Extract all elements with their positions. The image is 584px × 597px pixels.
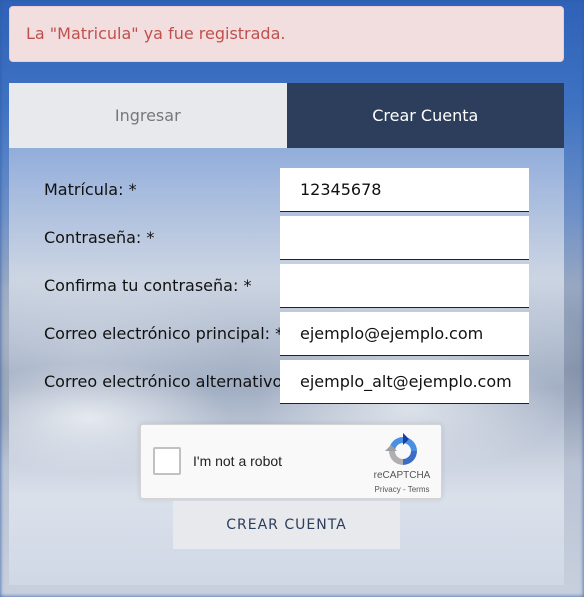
form-row-contrasena: Contraseña: * <box>9 216 564 260</box>
recaptcha-logo-icon <box>385 433 417 465</box>
matricula-label: Matrícula: * <box>44 180 137 199</box>
recaptcha-checkbox[interactable] <box>153 447 181 475</box>
tab-bar: Ingresar Crear Cuenta <box>9 83 564 148</box>
crear-cuenta-button[interactable]: CREAR CUENTA <box>173 501 400 549</box>
correo-principal-label: Correo electrónico principal: * <box>44 324 284 343</box>
correo-alternativo-label: Correo electrónico alternativo: <box>44 372 288 391</box>
recaptcha-privacy-terms[interactable]: Privacy - Terms <box>361 485 443 494</box>
contrasena-input[interactable] <box>280 216 529 260</box>
account-card: Ingresar Crear Cuenta Matrícula: * Contr… <box>9 83 564 585</box>
form-row-matricula: Matrícula: * <box>9 168 564 212</box>
form-row-correo-principal: Correo electrónico principal: * <box>9 312 564 356</box>
matricula-input[interactable] <box>280 168 529 212</box>
tab-ingresar[interactable]: Ingresar <box>9 83 287 148</box>
confirmar-contrasena-label: Confirma tu contraseña: * <box>44 276 252 295</box>
tab-crear-cuenta-label: Crear Cuenta <box>372 106 479 125</box>
form-row-correo-alternativo: Correo electrónico alternativo: <box>9 360 564 404</box>
form-row-confirmar-contrasena: Confirma tu contraseña: * <box>9 264 564 308</box>
recaptcha-widget: I'm not a robot reCAPTCHA Privacy - Term… <box>140 424 442 499</box>
confirmar-contrasena-input[interactable] <box>280 264 529 308</box>
error-alert-text: La "Matricula" ya fue registrada. <box>26 24 286 43</box>
recaptcha-label: I'm not a robot <box>193 453 283 469</box>
error-alert: La "Matricula" ya fue registrada. <box>9 6 564 62</box>
contrasena-label: Contraseña: * <box>44 228 155 247</box>
correo-alternativo-input[interactable] <box>280 360 529 404</box>
correo-principal-input[interactable] <box>280 312 529 356</box>
recaptcha-brand: reCAPTCHA <box>373 470 431 481</box>
tab-ingresar-label: Ingresar <box>114 106 181 125</box>
tab-crear-cuenta[interactable]: Crear Cuenta <box>286 83 564 148</box>
